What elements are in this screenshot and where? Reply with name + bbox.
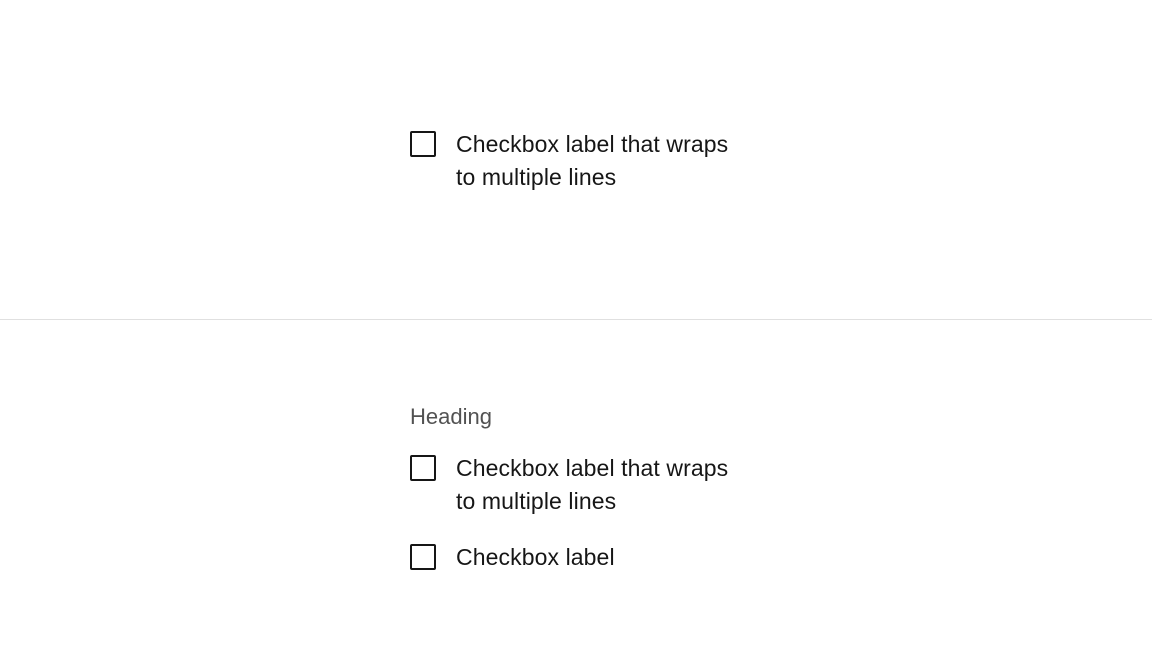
checkbox-label[interactable]: Checkbox label that wraps to multiple li… — [456, 128, 750, 195]
checkbox-label[interactable]: Checkbox label that wraps to multiple li… — [456, 452, 750, 519]
checkbox-input[interactable] — [410, 544, 436, 570]
checkbox-item-1[interactable]: Checkbox label that wraps to multiple li… — [410, 128, 750, 195]
checkbox-input[interactable] — [410, 455, 436, 481]
group-heading: Heading — [410, 404, 750, 430]
checkbox-input[interactable] — [410, 131, 436, 157]
section-top: Checkbox label that wraps to multiple li… — [410, 128, 750, 217]
checkbox-item-1[interactable]: Checkbox label that wraps to multiple li… — [410, 452, 750, 519]
section-bottom: Heading Checkbox label that wraps to mul… — [410, 404, 750, 596]
section-divider — [0, 319, 1152, 320]
checkbox-item-2[interactable]: Checkbox label — [410, 541, 750, 574]
checkbox-label[interactable]: Checkbox label — [456, 541, 615, 574]
